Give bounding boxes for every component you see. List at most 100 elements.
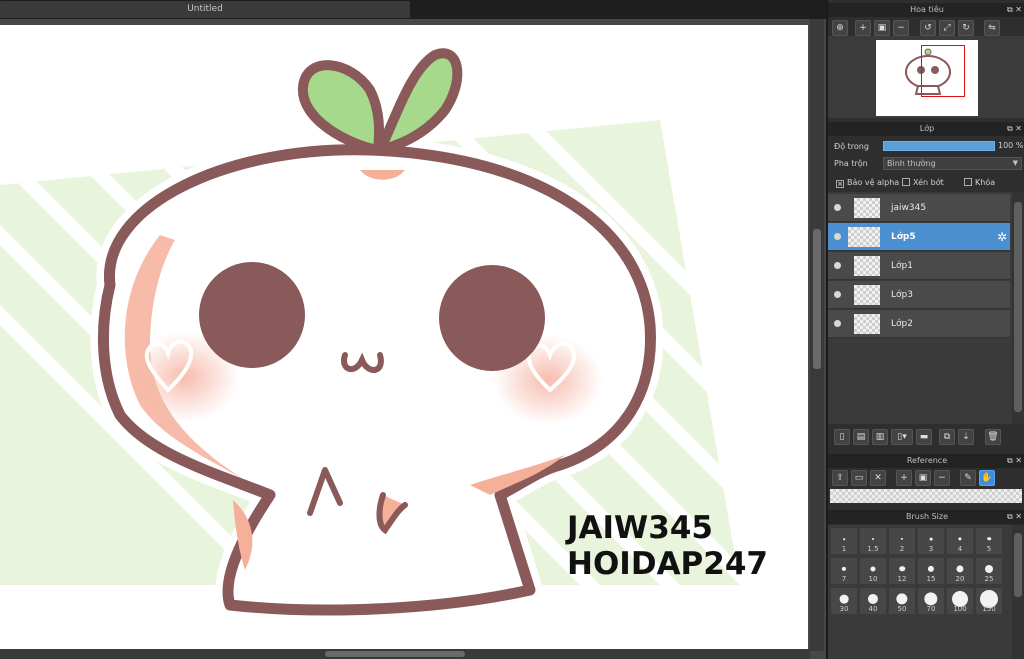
clipping-checkbox[interactable]: Xén bớt: [902, 178, 944, 188]
brush-size-label: 2: [899, 545, 905, 553]
float-panel-icon[interactable]: ⧉: [1007, 456, 1013, 465]
visibility-icon[interactable]: [834, 320, 841, 327]
layer-row[interactable]: Lớp3: [828, 281, 1010, 309]
lock-checkbox[interactable]: Khóa: [964, 178, 995, 188]
brush-size-label: 7: [841, 575, 847, 583]
brush-size-label: 100: [953, 605, 967, 613]
upload-icon[interactable]: ⇧: [832, 470, 848, 486]
zoom-icon[interactable]: ⊕: [832, 20, 848, 36]
fit-icon[interactable]: ▣: [915, 470, 931, 486]
app-window: Untitled JAIW345 HOIDAP247 Hoa tiêu ⧉ ✕ …: [0, 0, 1024, 659]
zoom-out-icon[interactable]: −: [934, 470, 950, 486]
brush-size-cell[interactable]: 5: [975, 527, 1003, 555]
navigator-preview[interactable]: [828, 36, 1024, 118]
close-panel-icon[interactable]: ✕: [1015, 124, 1022, 133]
scroll-thumb[interactable]: [1014, 202, 1022, 412]
scroll-thumb[interactable]: [1014, 533, 1022, 597]
brush-size-cell[interactable]: 15: [917, 557, 945, 585]
folder-icon[interactable]: ▬: [916, 429, 932, 445]
brush-size-cell[interactable]: 25: [975, 557, 1003, 585]
brush-size-panel-title: Brush Size: [905, 512, 949, 521]
float-panel-icon[interactable]: ⧉: [1007, 512, 1013, 521]
brush-size-cell[interactable]: 150: [975, 587, 1003, 615]
visibility-icon[interactable]: [834, 204, 841, 211]
zoom-in-icon[interactable]: +: [896, 470, 912, 486]
gear-icon[interactable]: ✲: [997, 230, 1007, 244]
layer-list: jaiw345 Lớp5 ✲ Lớp1 Lớp3 Lớp2: [828, 192, 1012, 424]
canvas[interactable]: JAIW345 HOIDAP247: [0, 25, 808, 649]
brush-size-cell[interactable]: 20: [946, 557, 974, 585]
zoom-in-icon[interactable]: +: [855, 20, 871, 36]
watermark-line-2: HOIDAP247: [567, 546, 768, 582]
visibility-icon[interactable]: [834, 233, 841, 240]
new-layer-icon[interactable]: ▯: [834, 429, 850, 445]
scroll-thumb[interactable]: [325, 651, 465, 657]
close-panel-icon[interactable]: ✕: [1015, 512, 1022, 521]
new-halftone-layer-icon[interactable]: ▥: [872, 429, 888, 445]
new-raster-layer-icon[interactable]: ▤: [853, 429, 869, 445]
brush-dot-icon: [841, 566, 847, 572]
layer-row[interactable]: jaiw345: [828, 194, 1010, 222]
brush-dot-icon: [872, 537, 874, 540]
float-panel-icon[interactable]: ⧉: [1007, 124, 1013, 133]
rotate-left-icon[interactable]: ↺: [920, 20, 936, 36]
duplicate-layer-icon[interactable]: ⧉: [939, 429, 955, 445]
document-tab[interactable]: Untitled: [0, 1, 410, 18]
brush-dot-icon: [927, 565, 935, 572]
viewport-rectangle[interactable]: [921, 45, 965, 97]
reference-image-area[interactable]: [830, 489, 1022, 503]
reference-panel-header: Reference ⧉ ✕: [828, 454, 1024, 468]
brush-size-label: 25: [984, 575, 994, 583]
fit-screen-icon[interactable]: ⤢: [939, 20, 955, 36]
float-panel-icon[interactable]: ⧉: [1007, 5, 1013, 14]
opacity-slider[interactable]: [883, 141, 995, 151]
brush-size-cell[interactable]: 7: [830, 557, 858, 585]
zoom-out-icon[interactable]: −: [893, 20, 909, 36]
brush-size-scrollbar[interactable]: [1012, 525, 1024, 659]
trash-icon[interactable]: 🗑: [985, 429, 1001, 445]
layer-thumbnail: [854, 256, 880, 276]
visibility-icon[interactable]: [834, 262, 841, 269]
navigator-thumbnail[interactable]: [876, 40, 978, 116]
close-icon[interactable]: ✕: [870, 470, 886, 486]
layer-row-selected[interactable]: Lớp5 ✲: [828, 223, 1010, 251]
brush-size-label: 40: [868, 605, 878, 613]
open-folder-icon[interactable]: ▭: [851, 470, 867, 486]
rotate-right-icon[interactable]: ↻: [958, 20, 974, 36]
hand-icon[interactable]: ✋: [979, 470, 995, 486]
brush-size-cell[interactable]: 12: [888, 557, 916, 585]
brush-size-cell[interactable]: 70: [917, 587, 945, 615]
fit-icon[interactable]: ▣: [874, 20, 890, 36]
layer-row[interactable]: Lớp1: [828, 252, 1010, 280]
eyedropper-icon[interactable]: ✎: [960, 470, 976, 486]
protect-alpha-checkbox[interactable]: × Bảo vệ alpha: [836, 178, 899, 188]
brush-size-cell[interactable]: 10: [859, 557, 887, 585]
merge-layer-icon[interactable]: ⇣: [958, 429, 974, 445]
brush-size-label: 20: [955, 575, 965, 583]
layer-name: Lớp1: [891, 261, 913, 271]
brush-size-cell[interactable]: 4: [946, 527, 974, 555]
brush-size-cell[interactable]: 100: [946, 587, 974, 615]
canvas-vertical-scrollbar[interactable]: [810, 19, 824, 651]
brush-size-cell[interactable]: 2: [888, 527, 916, 555]
brush-size-label: 70: [926, 605, 936, 613]
brush-size-cell[interactable]: 1: [830, 527, 858, 555]
brush-dot-icon: [956, 565, 964, 573]
scroll-thumb[interactable]: [813, 229, 821, 369]
close-panel-icon[interactable]: ✕: [1015, 456, 1022, 465]
layer-list-scrollbar[interactable]: [1012, 192, 1024, 424]
flip-icon[interactable]: ⇋: [984, 20, 1000, 36]
add-layer-dropdown-icon[interactable]: ▯▾: [891, 429, 913, 445]
brush-size-cell[interactable]: 30: [830, 587, 858, 615]
brush-size-panel-header: Brush Size ⧉ ✕: [828, 510, 1024, 524]
brush-size-cell[interactable]: 40: [859, 587, 887, 615]
close-panel-icon[interactable]: ✕: [1015, 5, 1022, 14]
canvas-horizontal-scrollbar[interactable]: [0, 649, 810, 659]
canvas-area[interactable]: JAIW345 HOIDAP247: [0, 19, 826, 659]
blend-mode-select[interactable]: Bình thường ▼: [883, 157, 1022, 170]
brush-size-cell[interactable]: 1.5: [859, 527, 887, 555]
visibility-icon[interactable]: [834, 291, 841, 298]
brush-size-cell[interactable]: 50: [888, 587, 916, 615]
brush-size-cell[interactable]: 3: [917, 527, 945, 555]
layer-row[interactable]: Lớp2: [828, 310, 1010, 338]
